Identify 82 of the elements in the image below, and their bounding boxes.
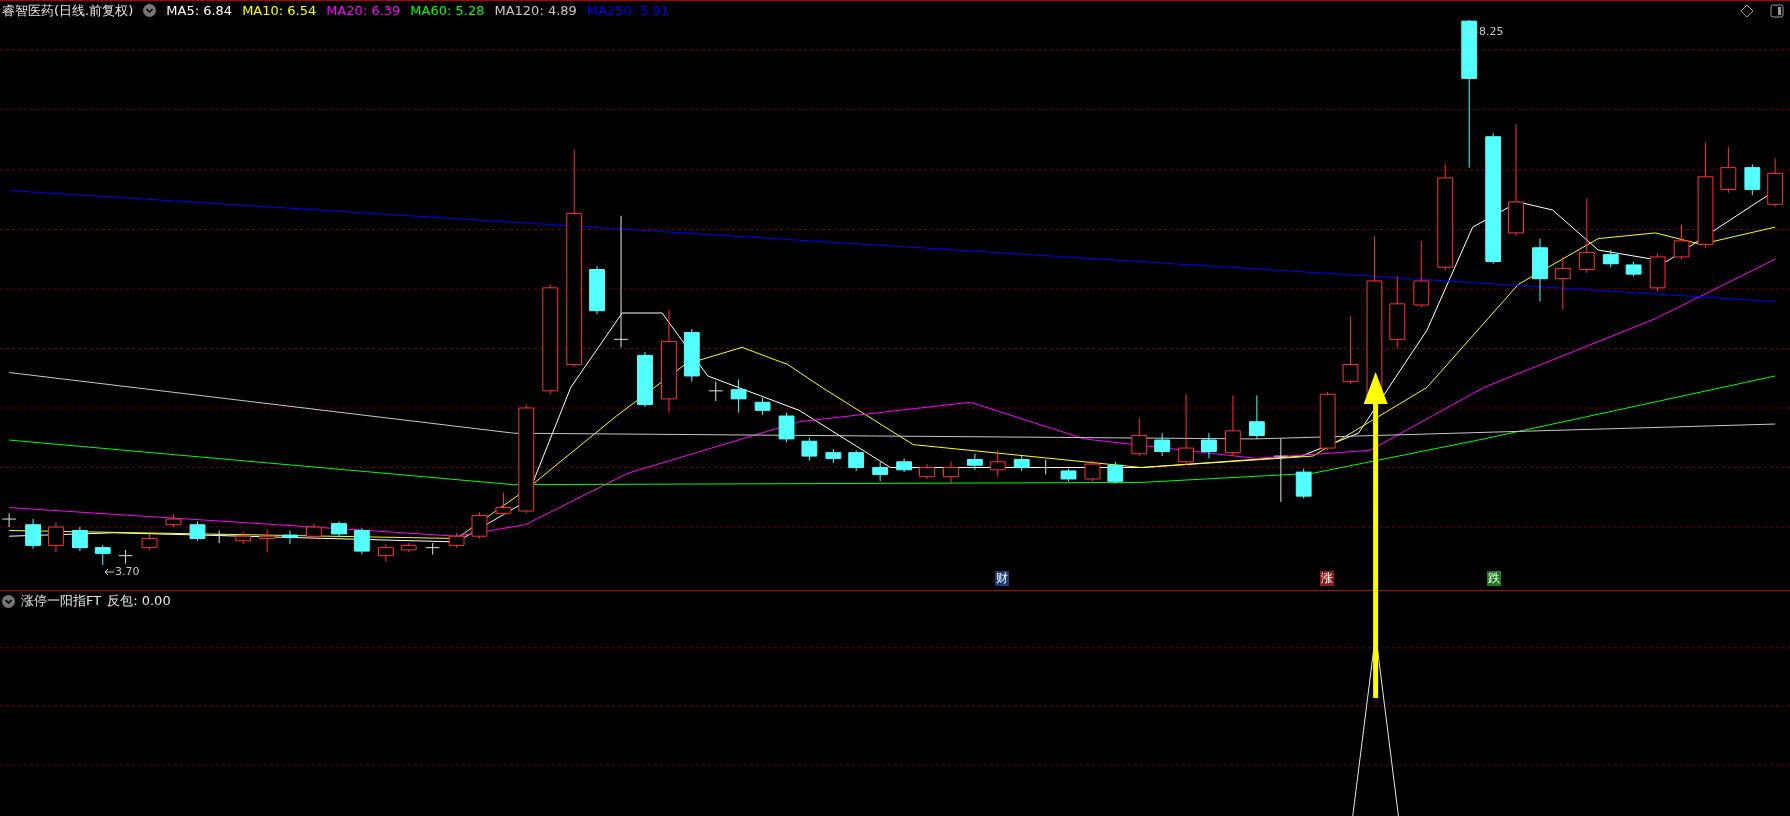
- moving-average-value: MA5: 6.84: [166, 3, 233, 18]
- candlestick: [848, 449, 865, 472]
- candlestick: [1295, 468, 1312, 499]
- candlestick: [1154, 432, 1171, 457]
- diamond-icon[interactable]: [1740, 3, 1754, 18]
- moving-average-value: MA20: 6.39: [326, 3, 401, 18]
- candlestick: [1532, 238, 1548, 303]
- candlestick: [331, 520, 347, 537]
- candlestick: [1673, 224, 1690, 260]
- candlestick: [825, 448, 842, 464]
- candlestick: [189, 520, 206, 542]
- price-label: 8.25: [1479, 25, 1504, 38]
- candlestick: [1248, 394, 1265, 440]
- candlestick: [1767, 158, 1784, 208]
- candlestick: [306, 523, 322, 539]
- candlestick: [1273, 438, 1289, 503]
- candlestick: [1319, 391, 1336, 451]
- candlestick: [1554, 256, 1571, 311]
- candlestick: [72, 526, 88, 552]
- candlestick: [967, 453, 983, 471]
- candlestick: [1107, 461, 1124, 485]
- candlestick: [730, 378, 747, 414]
- candlestick: [425, 542, 440, 555]
- price-label: 3.70: [115, 565, 140, 578]
- candlestick: [1649, 253, 1666, 292]
- candlestick: [989, 449, 1006, 478]
- candlestick: [801, 437, 818, 462]
- signal-marker: 涨: [1320, 571, 1334, 586]
- candlestick: [943, 461, 959, 485]
- candlestick: [448, 532, 465, 549]
- candlestick: [377, 543, 394, 562]
- moving-average-value: MA120: 4.89: [494, 3, 577, 18]
- candlestick: [118, 549, 133, 565]
- candlestick: [1084, 460, 1101, 482]
- candlestick: [282, 530, 298, 545]
- candlestick: [1060, 468, 1077, 482]
- candlestick: [1201, 432, 1217, 459]
- candlestick: [25, 518, 42, 550]
- candlestick: [495, 492, 512, 517]
- candlestick: [589, 265, 605, 315]
- dropdown-icon[interactable]: [2, 594, 15, 608]
- candlestick: [471, 511, 488, 539]
- candlestick: [400, 542, 417, 553]
- candlestick: [778, 412, 795, 443]
- candlestick: [637, 351, 653, 408]
- candlestick: [1744, 163, 1761, 196]
- candlestick: [896, 457, 913, 473]
- candlestick: [165, 513, 182, 528]
- panel-toggle-icon[interactable]: [1770, 3, 1784, 18]
- candlestick: [919, 463, 935, 480]
- candlestick: [1013, 455, 1030, 472]
- candlestick: [1625, 261, 1642, 277]
- candlestick: [259, 528, 276, 553]
- candlestick: [1, 512, 17, 528]
- candlestick: [754, 397, 771, 416]
- candlestick: [1413, 240, 1430, 308]
- candlestick: [48, 521, 64, 553]
- candlestick: [141, 533, 158, 551]
- leader-arrow-icon: [104, 568, 114, 576]
- candlestick: [1038, 459, 1054, 475]
- candlestick: [1342, 315, 1359, 385]
- indicator-reading: 反包: 0.00: [107, 592, 171, 610]
- dropdown-icon[interactable]: [143, 4, 157, 17]
- candlestick: [1225, 394, 1241, 457]
- candlestick: [1602, 249, 1619, 268]
- candlestick: [353, 527, 370, 555]
- moving-average-value: MA10: 6.54: [242, 3, 317, 18]
- indicator-title: 涨停一阳指FT: [21, 592, 102, 610]
- candlestick: [94, 544, 111, 566]
- leader-arrow-icon: [1468, 28, 1478, 36]
- candlestick: [708, 381, 724, 402]
- moving-average-value: MA250: 5.91: [586, 3, 670, 18]
- candlestick: [1131, 417, 1148, 457]
- signal-marker: 财: [995, 571, 1009, 586]
- candlestick: [1720, 146, 1737, 194]
- signal-marker: 跌: [1487, 571, 1501, 586]
- chart-title: 睿智医药(日线.前复权): [2, 1, 134, 20]
- candlestick: [211, 530, 227, 544]
- candlestick: [235, 531, 252, 545]
- candlestick: [683, 328, 700, 383]
- candlestick: [872, 461, 889, 482]
- moving-average-value: MA60: 5.28: [410, 3, 485, 18]
